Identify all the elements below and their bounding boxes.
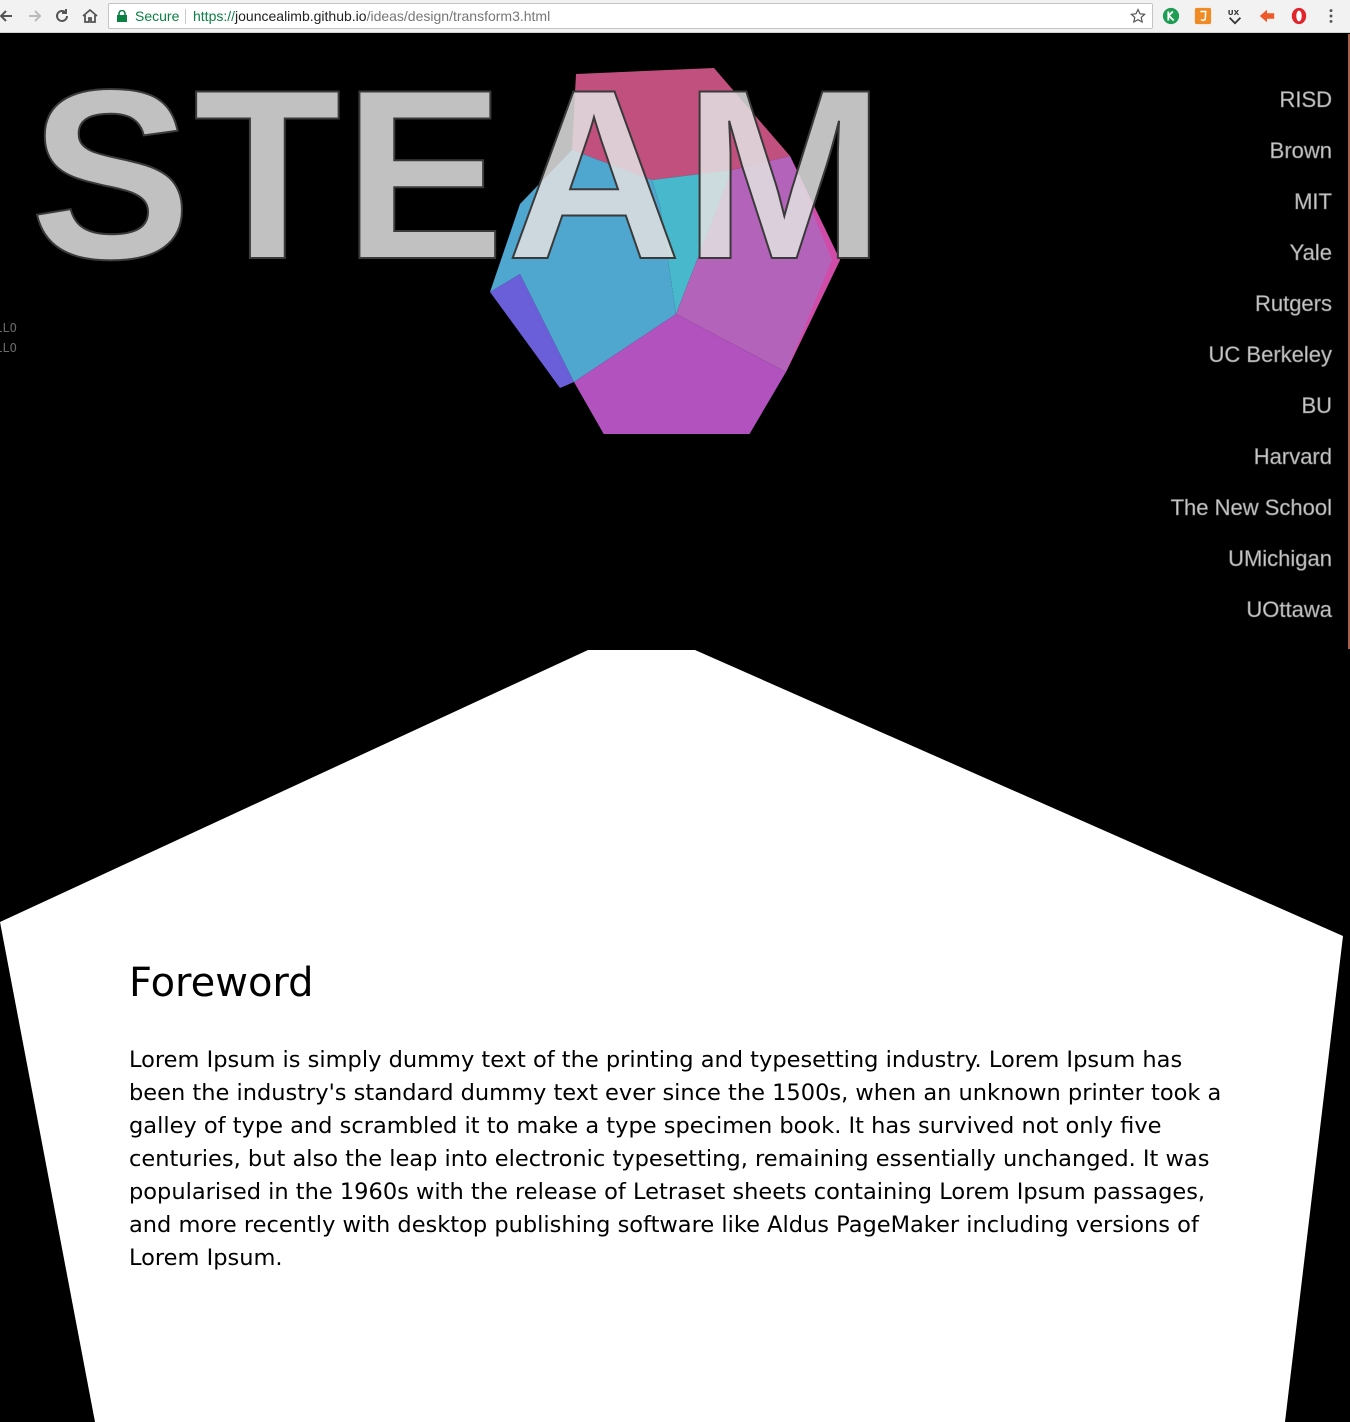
ux-extension-icon[interactable]: UX <box>1225 6 1245 26</box>
foreword-heading: Foreword <box>129 960 314 1006</box>
forward-arrow-icon <box>29 10 42 22</box>
opera-extension-icon[interactable] <box>1289 6 1309 26</box>
lock-icon <box>117 10 127 22</box>
reload-button[interactable] <box>49 3 75 29</box>
url-text[interactable]: https://jouncealimb.github.io/ideas/desi… <box>193 4 550 28</box>
home-button[interactable] <box>77 3 103 29</box>
home-icon <box>82 8 98 23</box>
url-path: /ideas/design/transform3.html <box>366 8 551 24</box>
foreword-paragraph: Lorem Ipsum is simply dummy text of the … <box>129 1047 1222 1271</box>
reload-icon <box>56 9 68 22</box>
k-extension-icon[interactable] <box>1161 6 1181 26</box>
arrow-extension-icon[interactable] <box>1257 6 1277 26</box>
forward-button[interactable] <box>21 3 47 29</box>
foreword-section: Foreword Lorem Ipsum is simply dummy tex… <box>129 960 1229 1275</box>
menu-kebab-icon[interactable] <box>1321 6 1341 26</box>
url-scheme: https:// <box>193 8 236 24</box>
address-divider <box>185 9 186 24</box>
back-arrow-icon <box>0 10 12 22</box>
secure-label: Secure <box>135 8 180 24</box>
url-host: jouncealimb.github.io <box>235 8 367 24</box>
svg-text:UX: UX <box>1228 8 1240 17</box>
address-bar[interactable]: Secure https://jouncealimb.github.io/ide… <box>108 3 1153 29</box>
browser-toolbar: Secure https://jouncealimb.github.io/ide… <box>0 0 1350 33</box>
back-button[interactable] <box>0 3 20 29</box>
bookmark-star-icon[interactable] <box>1130 8 1146 24</box>
page-viewport: STEAM ELLO ELLO RISD Brown MIT Yale Rutg… <box>0 34 1350 1422</box>
html5-extension-icon[interactable] <box>1193 6 1213 26</box>
